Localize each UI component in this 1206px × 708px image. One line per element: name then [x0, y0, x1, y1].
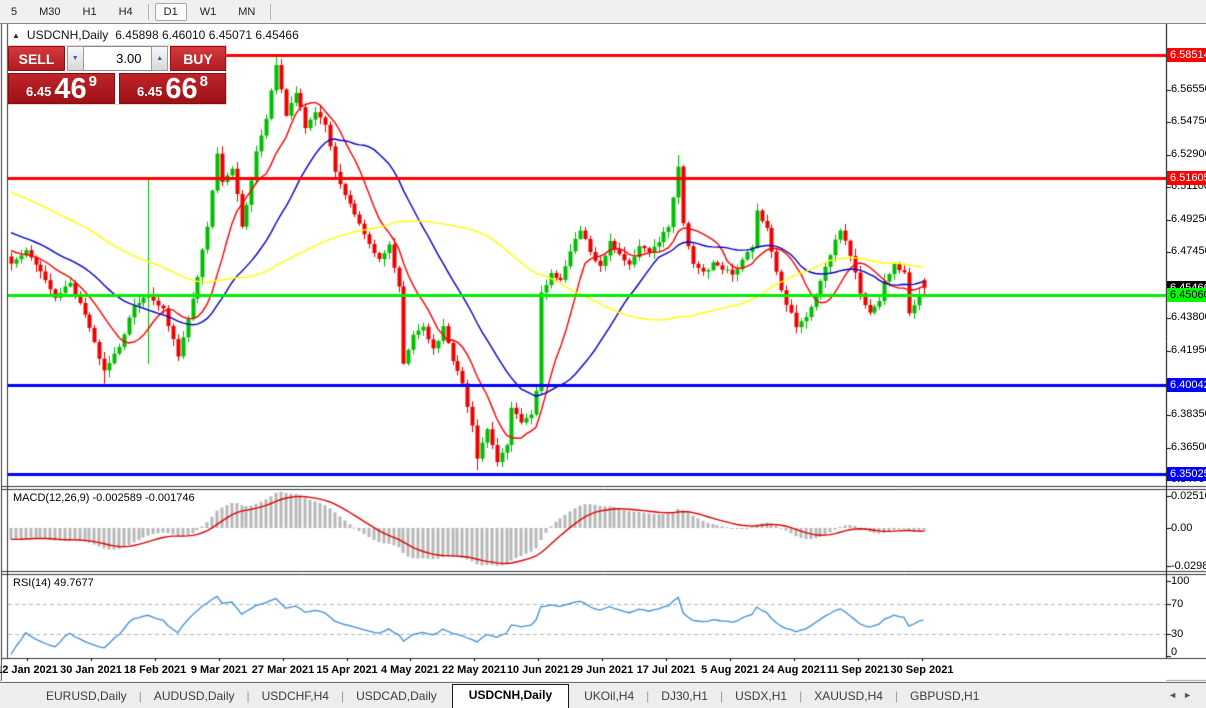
- price-axis-tick: 6.43800: [1171, 311, 1206, 323]
- timeframe-button-d1[interactable]: D1: [155, 3, 187, 21]
- volume-decrease-button[interactable]: ▼: [67, 46, 83, 71]
- rsi-axis-tick: 0: [1171, 646, 1177, 658]
- rsi-axis-tick: 30: [1171, 628, 1183, 640]
- timeframe-button-5[interactable]: 5: [2, 3, 26, 21]
- date-axis-label: 9 Mar 2021: [191, 664, 247, 676]
- timeframe-button-m30[interactable]: M30: [30, 3, 69, 21]
- macd-axis-tick: 0.025108: [1171, 490, 1206, 502]
- date-axis-label: 30 Jan 2021: [60, 664, 122, 676]
- price-axis-tick: 6.41950: [1171, 344, 1206, 356]
- collapse-chart-icon[interactable]: ▲: [12, 31, 20, 40]
- chart-title: ▲ USDCNH,Daily 6.45898 6.46010 6.45071 6…: [12, 28, 299, 42]
- timeframe-button-h4[interactable]: H4: [110, 3, 142, 21]
- buy-price-sup: 8: [200, 73, 208, 90]
- toolbar-separator: [270, 4, 271, 20]
- price-axis-tick: 6.36500: [1171, 441, 1206, 453]
- price-badge: 6.40042: [1167, 378, 1206, 392]
- tab-scroll-right-icon[interactable]: ►: [1183, 690, 1198, 700]
- date-axis-label: 17 Jul 2021: [637, 664, 696, 676]
- price-axis-tick: 6.56550: [1171, 83, 1206, 95]
- price-axis-tick: 6.49250: [1171, 213, 1206, 225]
- price-badge: 6.58514: [1167, 48, 1206, 62]
- buy-price-prefix: 6.45: [137, 84, 162, 99]
- chart-ohlc-values: 6.45898 6.46010 6.45071 6.45466: [115, 28, 299, 42]
- sell-price-box[interactable]: 6.45 46 9: [8, 73, 115, 104]
- macd-indicator-label: MACD(12,26,9) -0.002589 -0.001746: [13, 492, 195, 504]
- date-axis-label: 10 Jun 2021: [507, 664, 569, 676]
- price-badge: 6.35025: [1167, 467, 1206, 481]
- toolbar-separator: [148, 4, 149, 20]
- trading-app-window: 5M30 H1H4 D1W1MN ▲ USDCNH,Daily 6.45898 6.…: [0, 0, 1206, 708]
- chart-tab-usdchf[interactable]: USDCHF,H4: [250, 689, 341, 703]
- timeframe-button-h1[interactable]: H1: [74, 3, 106, 21]
- chevron-down-icon: ▼: [72, 55, 79, 62]
- price-axis-tick: 6.52900: [1171, 148, 1206, 160]
- date-axis-label: 30 Sep 2021: [891, 664, 954, 676]
- chart-tab-bar: EURUSD,Daily|AUDUSD,Daily|USDCHF,H4|USDC…: [0, 682, 1206, 708]
- sell-button[interactable]: SELL: [8, 46, 65, 71]
- chart-tab-xauusd[interactable]: XAUUSD,H4: [802, 689, 895, 703]
- buy-price-big: 66: [165, 76, 197, 102]
- trade-panel: SELL ▼ 3.00 ▲ BUY 6.45 46 9 6.45 66 8: [8, 46, 226, 104]
- date-axis-label: 18 Feb 2021: [124, 664, 186, 676]
- price-axis-tick: 6.47450: [1171, 245, 1206, 257]
- timeframe-button-mn[interactable]: MN: [229, 3, 264, 21]
- rsi-axis-tick: 100: [1171, 575, 1189, 587]
- chart-tab-usdcnh[interactable]: USDCNH,Daily: [452, 684, 569, 708]
- price-badge: 6.45060: [1167, 288, 1206, 302]
- chart-tab-eurusd[interactable]: EURUSD,Daily: [34, 689, 139, 703]
- date-axis-label: 22 May 2021: [442, 664, 506, 676]
- chart-tab-audusd[interactable]: AUDUSD,Daily: [142, 689, 247, 703]
- volume-increase-button[interactable]: ▲: [151, 46, 167, 71]
- buy-price-box[interactable]: 6.45 66 8: [119, 73, 226, 104]
- timeframe-toolbar: 5M30 H1H4 D1W1MN: [0, 0, 1206, 24]
- chart-symbol-label: USDCNH,Daily: [27, 28, 108, 42]
- buy-button[interactable]: BUY: [170, 46, 226, 71]
- sell-price-prefix: 6.45: [26, 84, 51, 99]
- date-axis-label: 29 Jun 2021: [571, 664, 633, 676]
- chart-tab-usdcad[interactable]: USDCAD,Daily: [344, 689, 449, 703]
- price-axis-tick: 6.38350: [1171, 408, 1206, 420]
- tab-scroll-arrows: ◄►: [1168, 690, 1198, 700]
- date-axis-label: 4 May 2021: [381, 664, 439, 676]
- date-axis-label: 27 Mar 2021: [252, 664, 314, 676]
- date-axis-label: 24 Aug 2021: [762, 664, 826, 676]
- date-axis-label: 15 Apr 2021: [316, 664, 377, 676]
- chevron-up-icon: ▲: [156, 55, 163, 62]
- timeframe-button-w1[interactable]: W1: [191, 3, 226, 21]
- date-axis-label: 12 Jan 2021: [0, 664, 58, 676]
- sell-price-big: 46: [54, 76, 86, 102]
- chart-tab-dj30[interactable]: DJ30,H1: [649, 689, 720, 703]
- chart-tab-usdx[interactable]: USDX,H1: [723, 689, 799, 703]
- chart-tab-ukoil[interactable]: UKOil,H4: [572, 689, 646, 703]
- volume-input[interactable]: 3.00: [84, 46, 152, 71]
- price-badge: 6.51605: [1167, 171, 1206, 185]
- macd-axis-tick: 0.00: [1171, 522, 1192, 534]
- rsi-axis-tick: 70: [1171, 598, 1183, 610]
- rsi-indicator-label: RSI(14) 49.7677: [13, 577, 94, 589]
- date-axis-label: 11 Sep 2021: [827, 664, 889, 676]
- sell-price-sup: 9: [89, 73, 97, 90]
- tab-scroll-left-icon[interactable]: ◄: [1168, 690, 1183, 700]
- chart-canvas[interactable]: [0, 0, 1206, 708]
- chart-tab-gbpusd[interactable]: GBPUSD,H1: [898, 689, 991, 703]
- date-axis-label: 5 Aug 2021: [701, 664, 759, 676]
- price-axis-tick: 6.54750: [1171, 115, 1206, 127]
- macd-axis-tick: -0.02988: [1171, 560, 1206, 572]
